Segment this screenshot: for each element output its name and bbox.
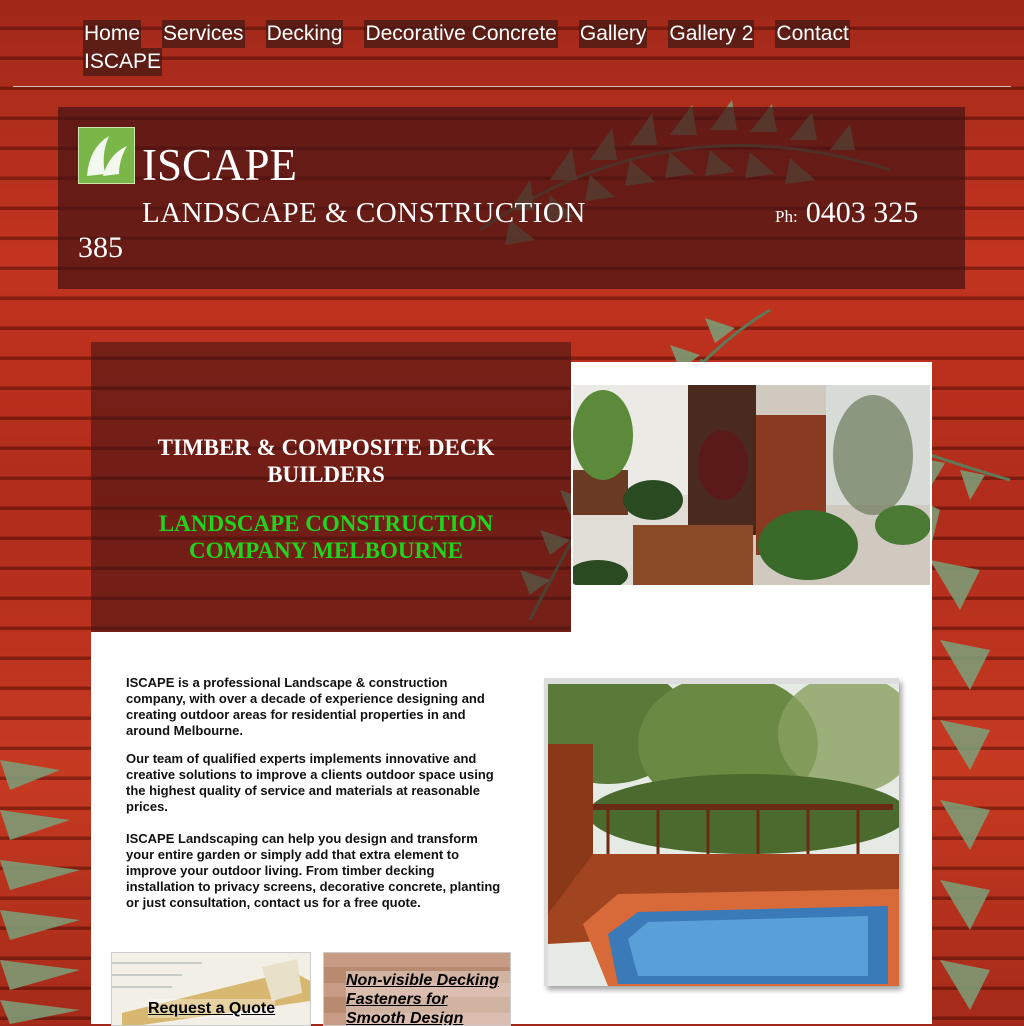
hero-banner: TIMBER & COMPOSITE DECK BUILDERS LANDSCA… — [91, 342, 571, 632]
decking-fasteners-card[interactable]: Non-visible Decking Fasteners for Smooth… — [323, 952, 511, 1026]
nav-divider — [13, 86, 1011, 87]
hero-headline: TIMBER & COMPOSITE DECK BUILDERS — [157, 435, 495, 487]
nav-iscape[interactable]: ISCAPE — [83, 48, 163, 76]
site-header: ISCAPE LANDSCAPE & CONSTRUCTION Ph: 0403 … — [58, 107, 965, 289]
nav-gallery[interactable]: Gallery — [578, 20, 648, 48]
pool-photo-frame — [544, 678, 899, 986]
request-quote-link[interactable]: Request a Quote — [148, 999, 276, 1018]
nav-gallery-2[interactable]: Gallery 2 — [668, 20, 755, 48]
phone-number-line2: 385 — [78, 231, 123, 264]
phone-number-line1: 0403 325 — [805, 196, 919, 229]
nav-services[interactable]: Services — [162, 20, 245, 48]
team-paragraph: Our team of qualified experts implements… — [126, 751, 494, 814]
nav-decking[interactable]: Decking — [265, 20, 344, 48]
phone-number: Ph: 0403 325 — [775, 196, 918, 230]
brand-tagline: LANDSCAPE & CONSTRUCTION — [142, 197, 586, 229]
decking-fasteners-link[interactable]: Non-visible Decking Fasteners for Smooth… — [346, 971, 510, 1025]
brand-name: ISCAPE — [142, 140, 298, 190]
garden-photo — [573, 385, 930, 585]
nav-home[interactable]: Home — [83, 20, 142, 48]
nav-contact[interactable]: Contact — [775, 20, 850, 48]
hero-subheadline: LANDSCAPE CONSTRUCTION COMPANY MELBOURNE — [158, 511, 494, 563]
services-paragraph: ISCAPE Landscaping can help you design a… — [126, 831, 501, 910]
intro-paragraph: ISCAPE is a professional Landscape & con… — [126, 675, 485, 738]
main-content: ISCAPE is a professional Landscape & con… — [91, 632, 932, 1026]
phone-prefix: Ph: — [775, 207, 798, 226]
hero-image-panel — [571, 362, 932, 632]
main-nav: Home Services Decking Decorative Concrete Ga… — [83, 20, 883, 76]
leaf-logo-icon[interactable] — [78, 127, 135, 184]
request-quote-card[interactable]: Request a Quote — [111, 952, 311, 1026]
intro-text: ISCAPE is a professional Landscape & con… — [126, 675, 501, 923]
deck-pool-photo — [548, 684, 899, 986]
nav-decorative-concrete[interactable]: Decorative Concrete — [364, 20, 558, 48]
